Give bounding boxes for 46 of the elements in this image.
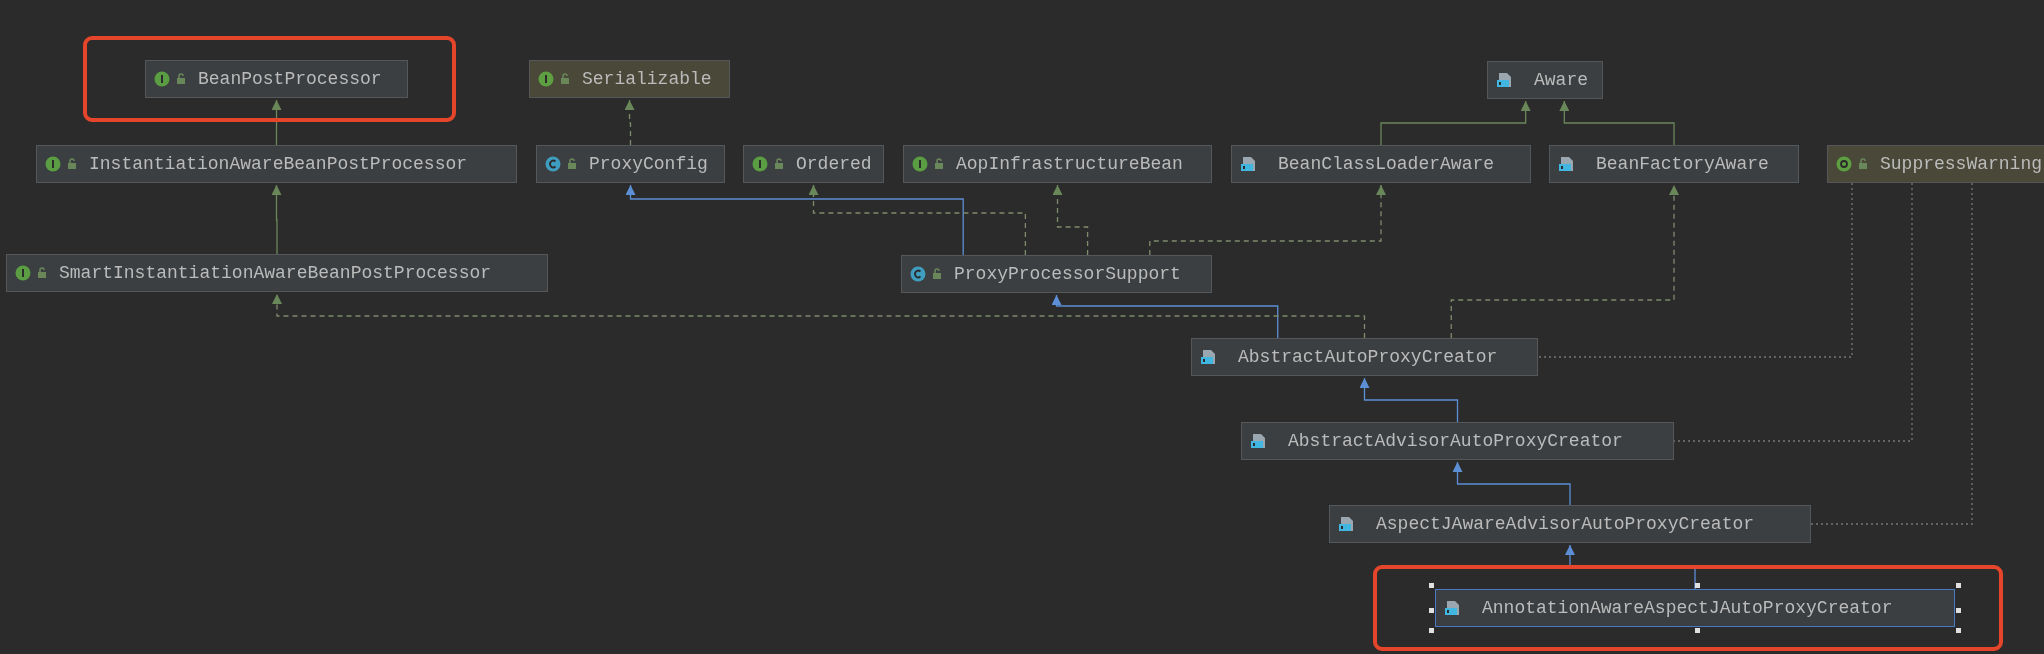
inheritance-arrow xyxy=(271,184,282,255)
compiled-class-icon xyxy=(1240,155,1258,173)
class-name: Aware xyxy=(1534,71,1588,89)
visibility-icon xyxy=(567,158,577,170)
visibility-icon xyxy=(67,158,77,170)
compiled-class-icon xyxy=(1200,348,1218,366)
implementation-arrow xyxy=(1052,184,1089,256)
class-name: AbstractAutoProxyCreator xyxy=(1238,348,1498,366)
compiled-class-icon xyxy=(1250,432,1268,450)
class-name: BeanFactoryAware xyxy=(1596,155,1769,173)
visibility-icon xyxy=(774,158,784,170)
interface-icon xyxy=(912,156,928,172)
class-name: SuppressWarning xyxy=(1880,155,2043,173)
visibility-icon xyxy=(932,268,942,280)
interface-icon xyxy=(538,71,554,87)
class-name: Ordered xyxy=(796,155,872,173)
compiled-class-icon xyxy=(1558,155,1576,173)
class-name: Serializable xyxy=(582,70,712,88)
class-name: BeanPostProcessor xyxy=(198,70,382,88)
interface-icon xyxy=(15,265,31,281)
interface-icon xyxy=(752,156,768,172)
compiled-class-icon xyxy=(1444,599,1462,617)
class-name: ProxyProcessorSupport xyxy=(954,265,1181,283)
implementation-arrow xyxy=(624,99,635,146)
selection-handles[interactable] xyxy=(1429,583,1961,633)
class-name: ProxyConfig xyxy=(589,155,708,173)
visibility-icon xyxy=(934,158,944,170)
class-name: InstantiationAwareBeanPostProcessor xyxy=(89,155,468,173)
visibility-icon xyxy=(1858,158,1868,170)
class-name: SmartInstantiationAwareBeanPostProcessor xyxy=(59,264,492,282)
class-name: AbstractAdvisorAutoProxyCreator xyxy=(1288,432,1623,450)
compiled-class-icon xyxy=(1338,515,1356,533)
inheritance-arrow xyxy=(271,99,282,146)
visibility-icon xyxy=(176,73,186,85)
class-name: AopInfrastructureBean xyxy=(956,155,1183,173)
visibility-icon xyxy=(37,267,47,279)
compiled-class-icon xyxy=(1496,71,1514,89)
interface-icon xyxy=(45,156,61,172)
visibility-icon xyxy=(560,73,570,85)
interface-icon xyxy=(154,71,170,87)
class-name: AnnotationAwareAspectJAutoProxyCreator xyxy=(1482,599,1893,617)
class-icon xyxy=(545,156,561,172)
class-name: BeanClassLoaderAware xyxy=(1278,155,1495,173)
class-name: AspectJAwareAdvisorAutoProxyCreator xyxy=(1376,515,1755,533)
class-icon xyxy=(910,266,926,282)
annotation-icon xyxy=(1836,156,1852,172)
